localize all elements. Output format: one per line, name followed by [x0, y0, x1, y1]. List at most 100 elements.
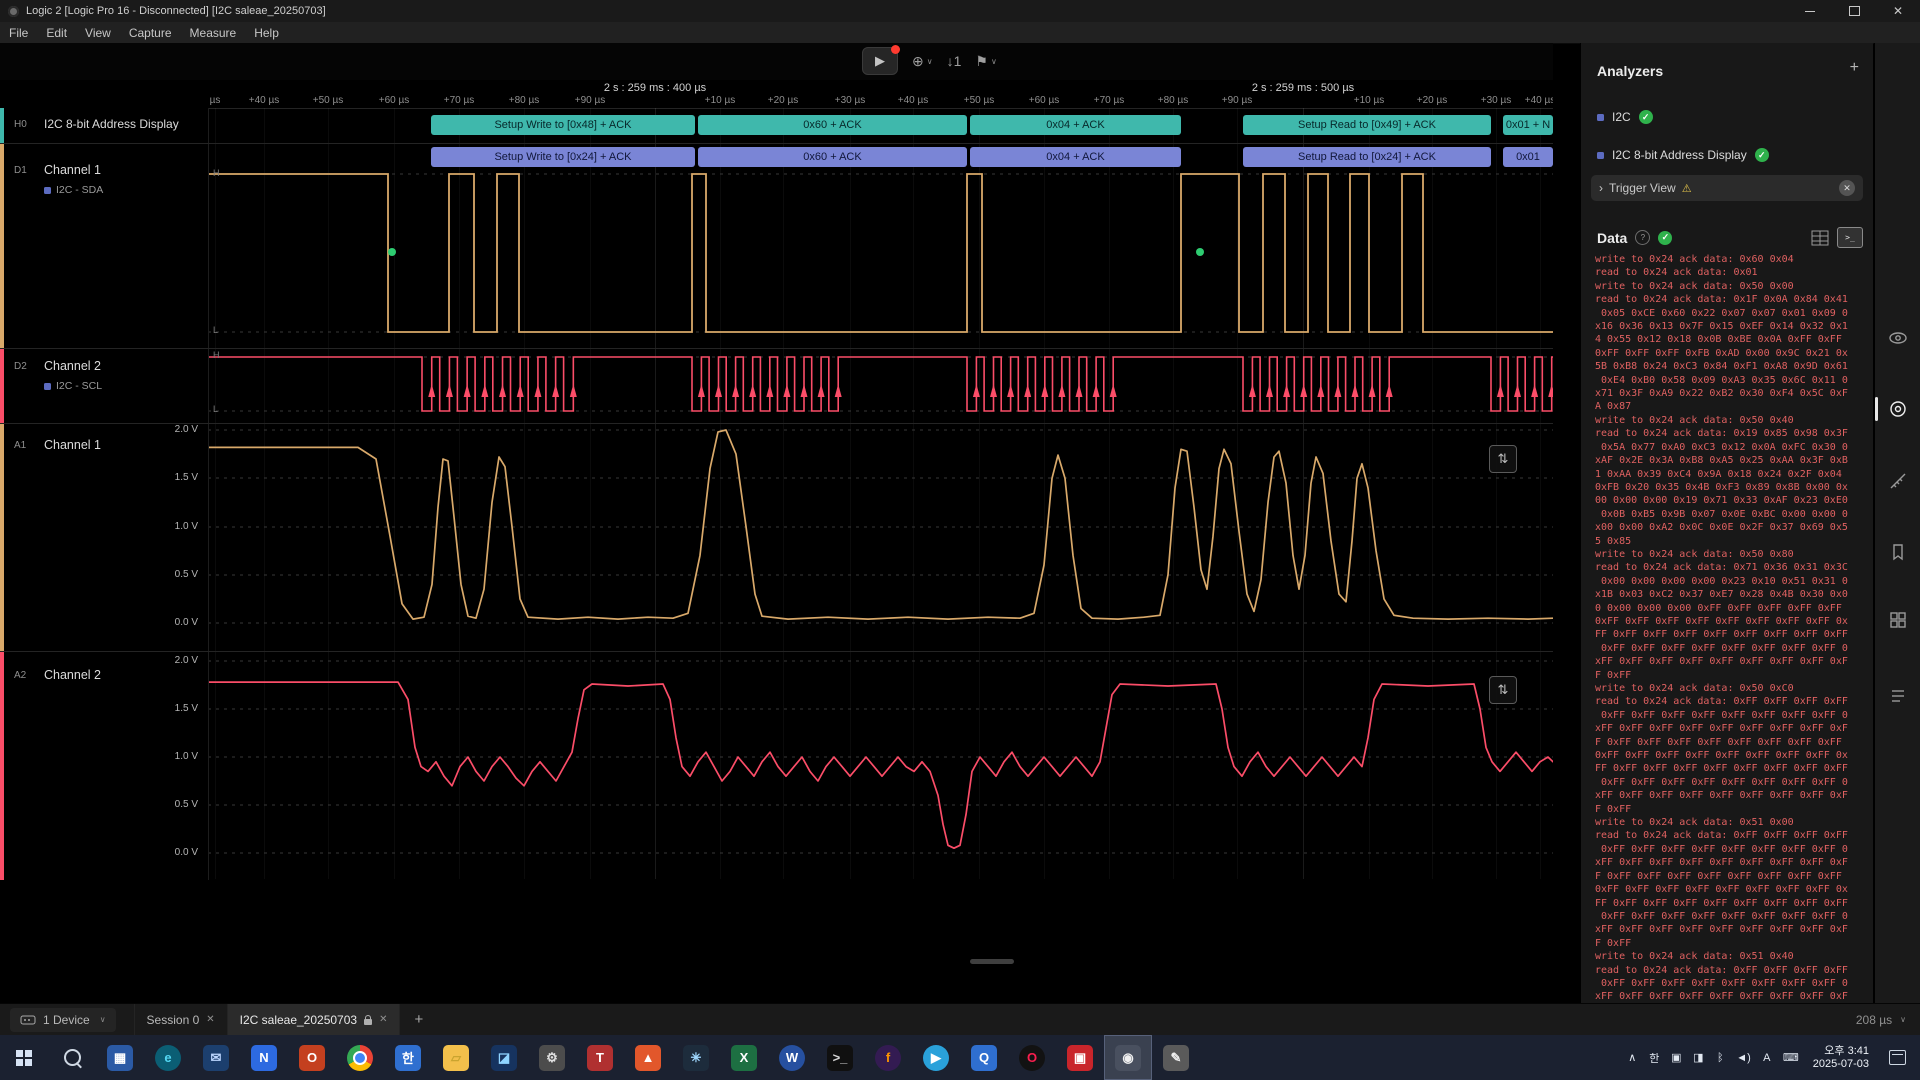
bookmarks-icon[interactable]	[1875, 537, 1920, 567]
telegram-app-icon[interactable]: ▶	[912, 1035, 960, 1080]
i2c-data-log[interactable]: write to 0x24 ack data: 0x60 0x04read to…	[1595, 253, 1869, 1004]
excel-app-icon[interactable]: X	[720, 1035, 768, 1080]
pen-app-icon[interactable]: ✎	[1152, 1035, 1200, 1080]
data-log-line: 00 0x00 0x00 0x19 0x71 0x33 0xAF 0x23 0x…	[1595, 494, 1869, 507]
timeline-tick-label: +80 µs	[509, 95, 540, 106]
timeline-tick-label: +50 µs	[964, 95, 995, 106]
row-digital-channel-1: Setup Write to [0x24] + ACK0x60 + ACK0x0…	[0, 143, 1553, 349]
maximize-button[interactable]	[1832, 0, 1876, 22]
measurements-icon[interactable]	[1875, 466, 1920, 496]
firefox-browser-icon[interactable]: f	[864, 1035, 912, 1080]
file-explorer-icon[interactable]: ▱	[432, 1035, 480, 1080]
task-view-app-icon[interactable]: ▦	[96, 1035, 144, 1080]
menu-capture[interactable]: Capture	[120, 22, 181, 43]
camera-app-icon[interactable]: ◉	[1104, 1035, 1152, 1080]
chrome-browser-icon[interactable]	[336, 1035, 384, 1080]
opera-browser-icon[interactable]: O	[1008, 1035, 1056, 1080]
trigger-view-bar[interactable]: › Trigger View ⚠ ✕	[1591, 175, 1863, 201]
office-app-icon[interactable]: O	[288, 1035, 336, 1080]
snowflake-app-icon[interactable]: ✳	[672, 1035, 720, 1080]
data-title: Data	[1597, 230, 1627, 246]
horizontal-scrollbar[interactable]	[970, 959, 1014, 964]
data-log-line: 4 0x55 0x12 0x18 0x0B 0xBE 0x0A 0xFF 0xF…	[1595, 333, 1869, 346]
photos-app-tile: ◪	[491, 1045, 517, 1071]
timeline-tick-label: +50 µs	[313, 95, 344, 106]
i2c-8bit-annotation-bubble: 0x01 + N	[1503, 115, 1553, 135]
timing-marker-button[interactable]: ↓1	[947, 53, 962, 69]
terminal-app-icon[interactable]: >_	[816, 1035, 864, 1080]
help-icon[interactable]: ?	[1635, 230, 1650, 245]
tab-i2c-saleae-20250703[interactable]: I2C saleae_20250703 ✕	[228, 1004, 401, 1035]
a2-waveform[interactable]: ⇅	[208, 652, 1553, 880]
dismiss-trigger-button[interactable]: ✕	[1839, 180, 1855, 196]
capture-tray-icon[interactable]: ▣	[1670, 1051, 1682, 1064]
h0-annotation-track[interactable]: Setup Write to [0x48] + ACK0x60 + ACK0x0…	[208, 108, 1553, 143]
analog-scale-button[interactable]: ⇅	[1489, 676, 1517, 704]
notification-center-icon[interactable]	[1889, 1050, 1906, 1065]
menu-edit[interactable]: Edit	[37, 22, 76, 43]
close-tab-icon[interactable]: ✕	[206, 1014, 214, 1025]
red-app-icon[interactable]: ▣	[1056, 1035, 1104, 1080]
new-tab-button[interactable]: +	[414, 1011, 423, 1028]
whale-browser-icon[interactable]: W	[768, 1035, 816, 1080]
notes-icon[interactable]	[1875, 681, 1920, 711]
lock-icon	[364, 1019, 372, 1025]
opera-browser-tile: O	[1019, 1045, 1045, 1071]
timeline-tick-label: +80 µs	[1158, 95, 1189, 106]
capture-mode-button[interactable]: ⊕ ∨	[912, 53, 933, 70]
device-icon	[20, 1014, 36, 1026]
annotation-flag-button[interactable]: ⚑ ∨	[975, 53, 996, 70]
display-tray-icon[interactable]: ◨	[1692, 1051, 1704, 1064]
annotations-eye-icon[interactable]	[1875, 323, 1920, 353]
hangul-app-icon[interactable]: 한	[384, 1035, 432, 1080]
volume-icon[interactable]: ◄)	[1736, 1052, 1751, 1064]
table-view-icon[interactable]	[1811, 230, 1829, 246]
ime-korean-icon[interactable]: 한	[1648, 1050, 1660, 1066]
terminal-view-icon[interactable]: >_	[1837, 227, 1863, 248]
start-button[interactable]	[0, 1035, 48, 1080]
menu-view[interactable]: View	[76, 22, 120, 43]
tab-session-0[interactable]: Session 0 ✕	[134, 1004, 228, 1035]
minimize-button[interactable]	[1788, 0, 1832, 22]
side-icon-strip	[1874, 43, 1920, 1004]
data-log-line: 0xFF 0xFF 0xFF 0xFF 0xFF 0xFF 0xFF 0xFF …	[1595, 642, 1869, 655]
data-log-line: F 0xFF 0xFF 0xFF 0xFF 0xFF 0xFF 0xFF 0xF…	[1595, 736, 1869, 749]
data-log-line: F 0xFF	[1595, 803, 1869, 816]
analog-scale-button[interactable]: ⇅	[1489, 445, 1517, 473]
d2-waveform[interactable]: H L	[208, 349, 1553, 424]
mail-app-icon[interactable]: ✉	[192, 1035, 240, 1080]
capture-toolbar: ▶ ⊕ ∨ ↓1 ⚑ ∨	[0, 43, 1553, 80]
layout-grid-icon[interactable]	[1875, 605, 1920, 635]
a1-waveform[interactable]: ⇅	[208, 424, 1553, 652]
settings-app-icon[interactable]: ⚙	[528, 1035, 576, 1080]
analyzer-item-i2c[interactable]: I2C✓	[1597, 107, 1863, 127]
editor-app-icon[interactable]: T	[576, 1035, 624, 1080]
bluetooth-icon[interactable]: ᛒ	[1714, 1052, 1726, 1064]
zoom-duration-selector[interactable]: 208 µs ∨	[1856, 1013, 1906, 1027]
tray-expand-icon[interactable]: ∧	[1626, 1051, 1638, 1064]
language-icon[interactable]: A	[1761, 1052, 1773, 1064]
naver-app-icon[interactable]: N	[240, 1035, 288, 1080]
taskbar-search-button[interactable]	[48, 1035, 96, 1080]
timeline-ruler[interactable]: 2 s : 259 ms : 400 µs2 s : 259 ms : 500 …	[0, 80, 1553, 109]
record-indicator-icon	[891, 45, 900, 54]
menu-help[interactable]: Help	[245, 22, 288, 43]
naver-app-tile: N	[251, 1045, 277, 1071]
utility-app-icon[interactable]: ▲	[624, 1035, 672, 1080]
device-selector[interactable]: 1 Device ∨	[10, 1008, 116, 1032]
analyzer-item-i2c-8bit[interactable]: I2C 8-bit Address Display✓	[1597, 145, 1863, 165]
play-icon: ▶	[875, 53, 885, 69]
edge-browser-icon[interactable]: e	[144, 1035, 192, 1080]
add-analyzer-button[interactable]: +	[1850, 59, 1859, 77]
close-tab-icon[interactable]: ✕	[379, 1014, 387, 1025]
analyzers-panel-icon[interactable]	[1875, 394, 1920, 424]
close-button[interactable]: ✕	[1876, 0, 1920, 22]
keyboard-icon[interactable]: ⌨	[1783, 1051, 1799, 1064]
photos-app-icon[interactable]: ◪	[480, 1035, 528, 1080]
d1-waveform[interactable]: Setup Write to [0x24] + ACK0x60 + ACK0x0…	[208, 144, 1553, 349]
taskbar-clock[interactable]: 오후 3:412025-07-03	[1813, 1045, 1869, 1071]
start-capture-button[interactable]: ▶	[862, 47, 898, 75]
search-tool-icon[interactable]: Q	[960, 1035, 1008, 1080]
menu-file[interactable]: File	[0, 22, 37, 43]
menu-measure[interactable]: Measure	[181, 22, 246, 43]
